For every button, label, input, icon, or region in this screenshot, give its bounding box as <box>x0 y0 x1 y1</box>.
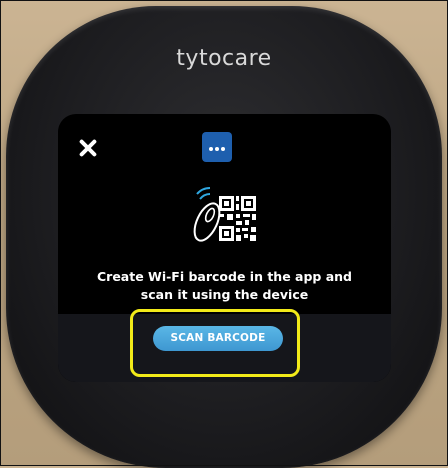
more-dot <box>221 147 225 151</box>
more-dot <box>209 147 213 151</box>
brand-logo: tytocare <box>176 46 272 71</box>
close-icon[interactable] <box>79 139 97 157</box>
highlight-box <box>130 309 300 377</box>
instruction-line-1: Create Wi-Fi barcode in the app and <box>96 269 353 284</box>
device-scanning-qr-icon <box>193 187 256 242</box>
more-options-button[interactable] <box>202 132 232 162</box>
instruction-line-2: scan it using the device <box>140 287 309 302</box>
instruction-message: Create Wi-Fi barcode in the app and scan… <box>58 268 391 304</box>
more-dot <box>215 147 219 151</box>
